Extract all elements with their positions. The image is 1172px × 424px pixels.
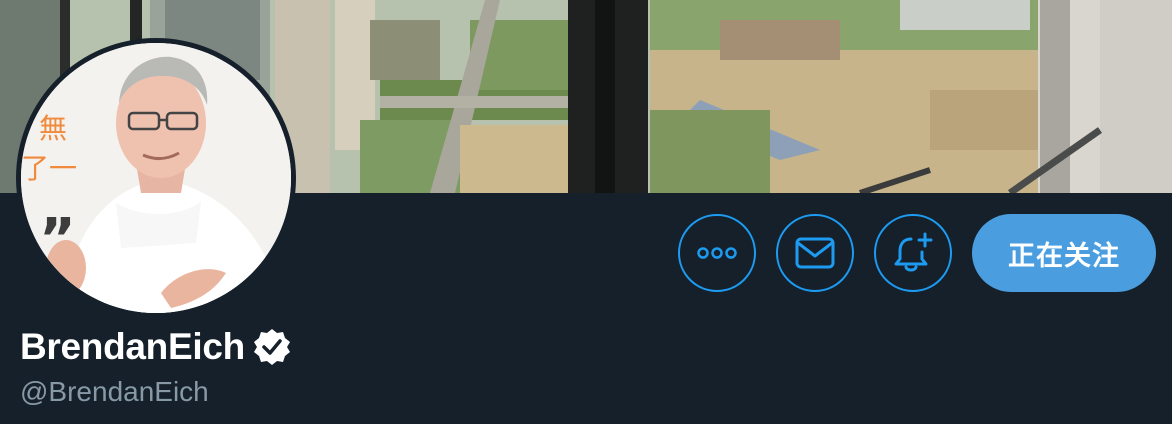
avatar[interactable]: 無 了一 ” [16,38,296,318]
bell-plus-icon [894,232,933,272]
avatar-glyph-2: 了一 [21,152,77,185]
envelope-icon [795,237,835,269]
display-name: BrendanEich [20,326,245,367]
more-horizontal-icon [697,247,737,259]
verified-badge-icon [253,329,290,365]
profile-header: 無 了一 ” 正在关注 BrendanEich @BrendanEich [0,0,1172,424]
user-handle: @BrendanEich [20,376,209,407]
avatar-glyph-1: 無 [39,112,67,145]
avatar-photo: 無 了一 ” [21,43,291,313]
message-button[interactable] [776,214,854,292]
following-button[interactable]: 正在关注 [972,214,1156,292]
name-row: BrendanEich [20,326,292,368]
more-options-button[interactable] [678,214,756,292]
notifications-button[interactable] [874,214,952,292]
